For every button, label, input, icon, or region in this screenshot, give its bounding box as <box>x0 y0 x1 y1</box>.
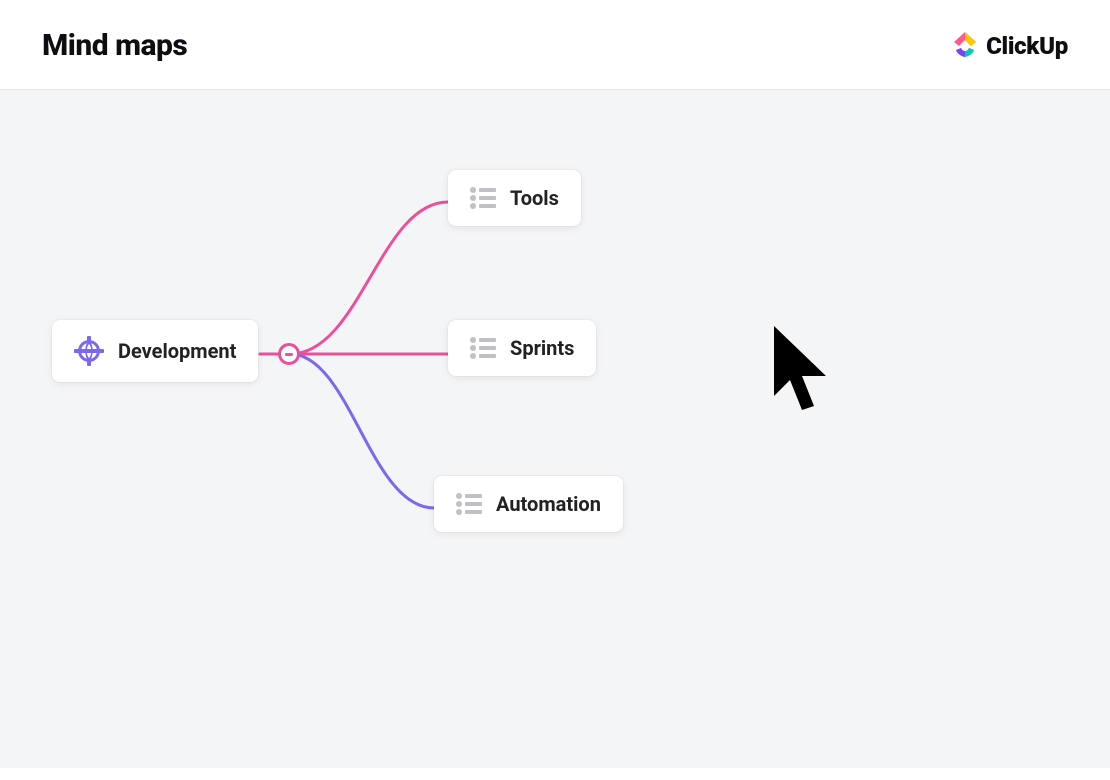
cursor-icon <box>772 324 828 416</box>
mindmap-child-node-tools[interactable]: Tools <box>448 170 581 226</box>
collapse-toggle[interactable] <box>278 343 300 365</box>
mindmap-child-node-sprints[interactable]: Sprints <box>448 320 596 376</box>
page-title: Mind maps <box>42 28 187 63</box>
mindmap-root-node[interactable]: Development <box>52 320 258 382</box>
mindmap-canvas[interactable]: Development Tools Sprints <box>0 90 1110 768</box>
node-label: Automation <box>496 492 601 516</box>
list-icon <box>470 187 496 209</box>
minus-icon <box>285 353 293 356</box>
node-label: Sprints <box>510 336 574 360</box>
node-label: Tools <box>510 186 559 210</box>
brand-name: ClickUp <box>986 32 1068 60</box>
list-icon <box>470 337 496 359</box>
header-bar: Mind maps ClickUp <box>0 0 1110 90</box>
clickup-logo-icon <box>952 32 978 60</box>
brand-logo[interactable]: ClickUp <box>952 32 1068 60</box>
list-icon <box>456 493 482 515</box>
globe-icon <box>74 336 104 366</box>
node-label: Development <box>118 339 236 363</box>
mindmap-child-node-automation[interactable]: Automation <box>434 476 623 532</box>
